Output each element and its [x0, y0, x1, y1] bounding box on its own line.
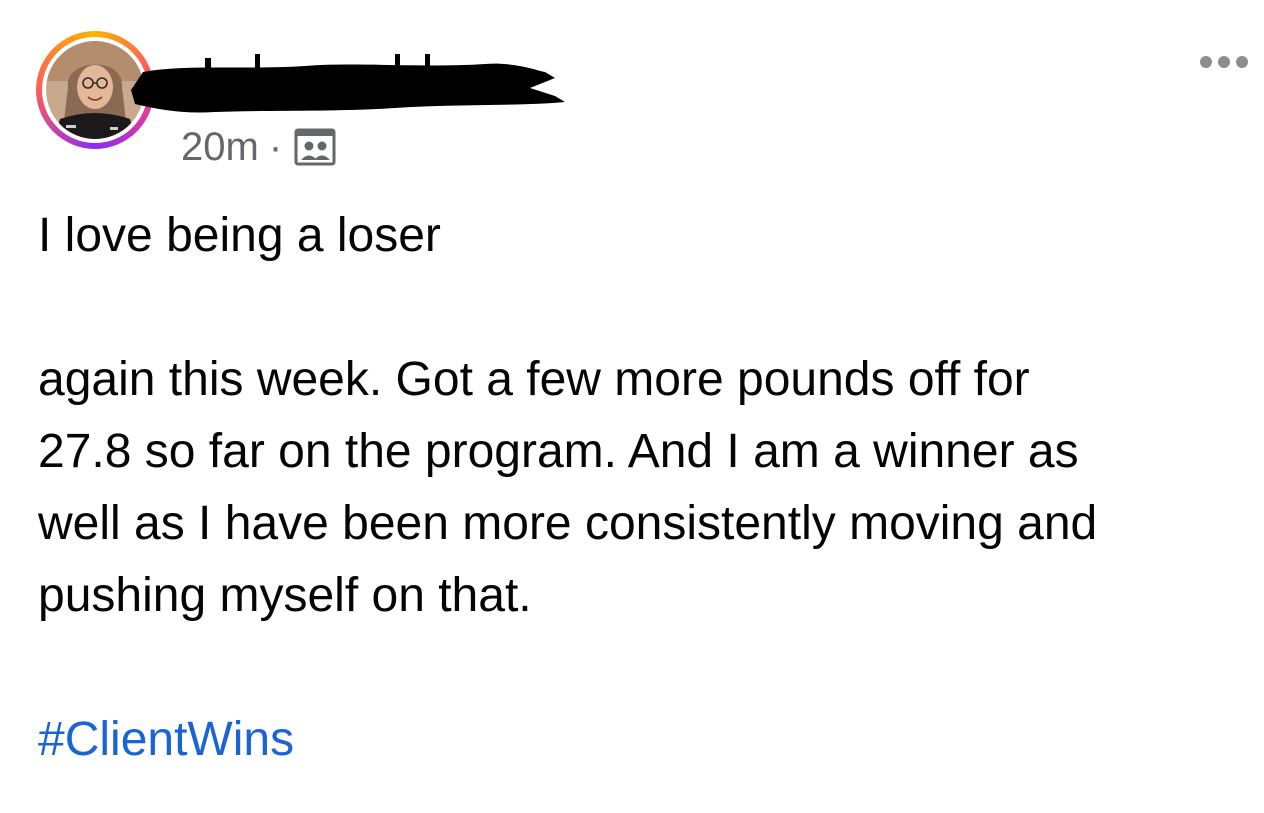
post-card: 20m · I love being a loser again this we… [0, 0, 1264, 813]
post-text-line: pushing myself on that. [38, 569, 532, 622]
post-text-line: I love being a loser [38, 209, 441, 262]
post-text-line: again this week. Got a few more pounds o… [38, 353, 1030, 406]
redacted-username [131, 54, 565, 113]
post-timestamp[interactable]: 20m [181, 125, 259, 170]
hashtag-link[interactable]: #ClientWins [38, 704, 1248, 776]
meta-separator: · [268, 124, 283, 169]
post-text: I love being a loser again this week. Go… [38, 200, 1248, 776]
post-text-line: 27.8 so far on the program. And I am a w… [38, 425, 1079, 478]
more-options-icon[interactable] [1198, 50, 1250, 74]
post-meta: 20m · [181, 124, 336, 170]
group-audience-icon[interactable] [294, 127, 336, 167]
post-text-line: well as I have been more consistently mo… [38, 497, 1098, 550]
